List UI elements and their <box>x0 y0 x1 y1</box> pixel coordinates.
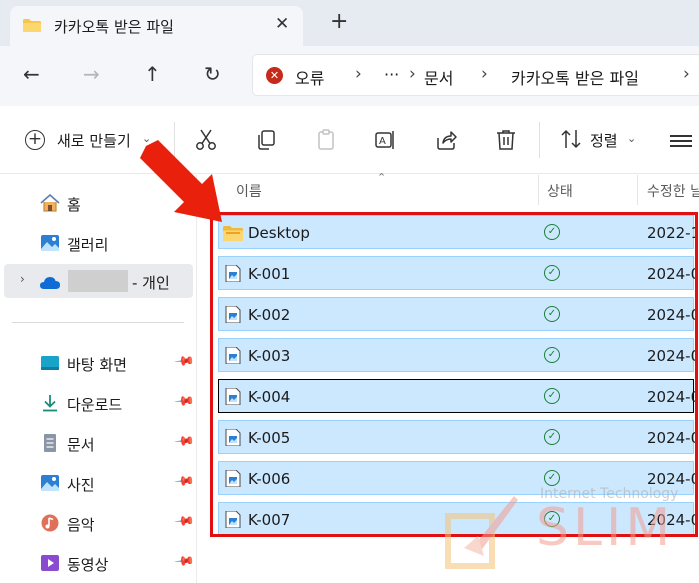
pictures-icon <box>41 475 59 491</box>
breadcrumb-error[interactable]: 오류 <box>295 65 324 89</box>
breadcrumb-kakaotalk[interactable]: 카카오톡 받은 파일 <box>511 65 639 89</box>
sort-button-label: 정렬 <box>590 132 618 150</box>
sidebar-item-label: - 개인 <box>132 274 170 292</box>
sidebar-item-pictures[interactable]: 사진 📌 <box>0 466 197 500</box>
watermark: Internet Technology SLIM <box>440 476 699 583</box>
sidebar-divider <box>12 322 184 323</box>
toolbar-divider <box>539 122 540 158</box>
new-tab-button[interactable]: + <box>330 11 348 33</box>
document-icon <box>44 434 56 452</box>
rocket-logo-icon <box>445 496 518 569</box>
view-menu-icon[interactable] <box>670 135 692 150</box>
navigation-bar: ← → ↑ ↻ ✕ 오류 › ··· › 문서 › 카카오톡 받은 파일 › <box>0 46 699 106</box>
sidebar-item-documents[interactable]: 문서 📌 <box>0 426 197 460</box>
column-divider[interactable] <box>538 175 539 205</box>
tab-bar: 카카오톡 받은 파일 ✕ + <box>0 0 699 46</box>
sidebar-item-label: 홈 <box>67 196 81 214</box>
pin-icon[interactable]: 📌 <box>173 431 195 453</box>
sidebar-item-onedrive[interactable]: › - 개인 <box>4 264 193 298</box>
up-button[interactable]: ↑ <box>144 61 161 87</box>
pin-icon[interactable]: 📌 <box>173 511 195 533</box>
sidebar-item-gallery[interactable]: 갤러리 <box>0 226 197 260</box>
refresh-button[interactable]: ↻ <box>204 61 221 87</box>
close-tab-icon[interactable]: ✕ <box>275 14 289 34</box>
back-button[interactable]: ← <box>23 61 40 87</box>
column-header-modified[interactable]: 수정한 날짜 <box>647 181 699 201</box>
pin-icon[interactable]: 📌 <box>173 351 195 373</box>
error-icon: ✕ <box>266 67 283 84</box>
sidebar-item-label: 갤러리 <box>67 236 109 254</box>
column-header-status[interactable]: 상태 <box>547 181 573 201</box>
new-button-label: 새로 만들기 <box>57 132 131 150</box>
music-icon <box>41 514 59 532</box>
pin-icon[interactable]: 📌 <box>173 391 195 413</box>
share-icon[interactable] <box>434 128 458 152</box>
pin-icon[interactable]: 📌 <box>173 551 195 573</box>
breadcrumb-separator[interactable]: › <box>481 64 488 84</box>
sidebar-item-label: 음악 <box>67 516 95 534</box>
tab-kakaotalk-files[interactable]: 카카오톡 받은 파일 ✕ <box>10 6 303 46</box>
plus-circle-icon: + <box>25 130 45 150</box>
video-icon <box>41 555 59 571</box>
sort-ascending-icon: ⌃ <box>377 171 387 184</box>
sidebar-item-label: 동영상 <box>67 556 109 574</box>
command-bar: + 새로 만들기 ⌄ A 정렬 ⌄ <box>0 106 699 174</box>
folder-icon <box>23 19 41 32</box>
breadcrumb-documents[interactable]: 문서 <box>424 65 453 89</box>
address-bar[interactable]: ✕ 오류 › ··· › 문서 › 카카오톡 받은 파일 › <box>252 54 699 96</box>
desktop-icon <box>41 356 59 370</box>
navigation-pane: 홈 갤러리 › - 개인 바탕 화면 📌 다운로드 📌 문서 📌 사진 📌 음악… <box>0 175 197 583</box>
gallery-icon <box>41 235 59 251</box>
breadcrumb-separator[interactable]: › <box>683 64 690 84</box>
column-divider[interactable] <box>637 175 638 205</box>
sidebar-item-label: 사진 <box>67 476 95 494</box>
watermark-brand: SLIM <box>536 498 675 558</box>
home-icon <box>40 194 60 212</box>
tab-title: 카카오톡 받은 파일 <box>54 18 174 36</box>
sidebar-item-desktop[interactable]: 바탕 화면 📌 <box>0 346 197 380</box>
breadcrumb-separator[interactable]: › <box>409 64 416 84</box>
sidebar-item-downloads[interactable]: 다운로드 📌 <box>0 386 197 420</box>
download-icon <box>43 395 57 412</box>
sidebar-item-label: 바탕 화면 <box>67 356 127 374</box>
sidebar-item-label: 문서 <box>67 436 95 454</box>
breadcrumb-overflow[interactable]: ··· <box>384 65 399 84</box>
svg-text:A: A <box>379 136 386 147</box>
onedrive-icon <box>40 277 60 289</box>
sort-icon <box>561 129 581 149</box>
sidebar-item-videos[interactable]: 동영상 📌 <box>0 546 197 580</box>
pin-icon[interactable]: 📌 <box>173 471 195 493</box>
copy-icon[interactable] <box>254 128 278 152</box>
paste-icon[interactable] <box>314 128 338 152</box>
sidebar-item-label: 다운로드 <box>67 396 123 414</box>
chevron-down-icon: ⌄ <box>627 132 637 145</box>
redacted-account-name <box>68 270 128 292</box>
sidebar-item-music[interactable]: 음악 📌 <box>0 506 197 540</box>
forward-button[interactable]: → <box>83 61 100 87</box>
rename-icon[interactable]: A <box>374 128 398 152</box>
chevron-right-icon[interactable]: › <box>20 272 25 286</box>
red-arrow-icon <box>140 140 222 222</box>
delete-icon[interactable] <box>494 128 518 152</box>
breadcrumb-separator[interactable]: › <box>355 64 362 84</box>
